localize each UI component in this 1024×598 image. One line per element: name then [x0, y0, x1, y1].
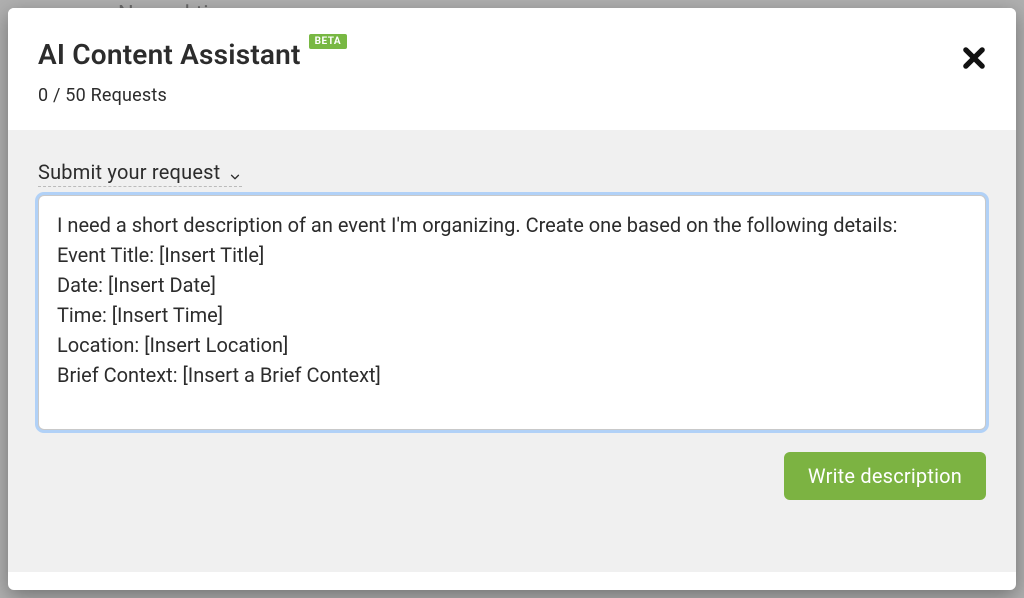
- close-button[interactable]: [960, 44, 988, 72]
- request-textarea[interactable]: [38, 195, 986, 430]
- modal-title: AI Content Assistant: [38, 38, 301, 71]
- close-icon: [960, 44, 988, 72]
- beta-badge: BETA: [309, 34, 348, 49]
- requests-count: 0 / 50 Requests: [38, 85, 986, 106]
- title-row: AI Content Assistant BETA: [38, 38, 986, 71]
- submit-request-dropdown[interactable]: Submit your request: [38, 160, 242, 187]
- section-label-text: Submit your request: [38, 160, 220, 184]
- write-description-button[interactable]: Write description: [784, 452, 986, 500]
- modal-header: AI Content Assistant BETA 0 / 50 Request…: [8, 8, 1016, 130]
- chevron-down-icon: [228, 165, 242, 179]
- modal-body: Submit your request Write description: [8, 130, 1016, 572]
- modal-footer: Write description: [38, 452, 986, 500]
- ai-content-assistant-modal: AI Content Assistant BETA 0 / 50 Request…: [8, 8, 1016, 590]
